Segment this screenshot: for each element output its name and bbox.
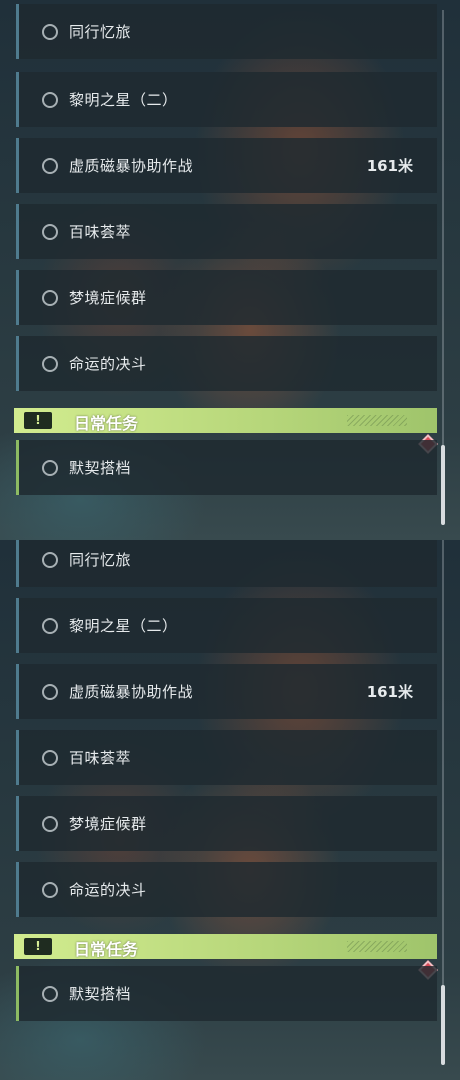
quest-status-circle-icon xyxy=(42,882,58,898)
quest-item[interactable]: 梦境症候群 xyxy=(16,270,437,325)
quest-status-circle-icon xyxy=(42,986,58,1002)
daily-tasks-header[interactable]: ! 日常任务 xyxy=(14,934,437,959)
exclamation-icon: ! xyxy=(24,412,52,429)
daily-tasks-title: 日常任务 xyxy=(74,940,139,959)
quest-status-circle-icon xyxy=(42,290,58,306)
quest-label: 默契搭档 xyxy=(69,459,132,477)
quest-status-circle-icon xyxy=(42,816,58,832)
quest-status-circle-icon xyxy=(42,356,58,372)
quest-label: 虚质磁暴协助作战 xyxy=(69,683,194,701)
quest-item[interactable]: 命运的决斗 xyxy=(16,862,437,917)
daily-quest-item[interactable]: 默契搭档 xyxy=(16,440,437,495)
scrollbar-thumb[interactable] xyxy=(441,985,445,1065)
quest-status-circle-icon xyxy=(42,92,58,108)
header-decoration xyxy=(347,941,407,952)
quest-label: 黎明之星（二） xyxy=(69,91,178,109)
quest-label: 梦境症候群 xyxy=(69,289,147,307)
exclamation-icon: ! xyxy=(24,938,52,955)
quest-label: 命运的决斗 xyxy=(69,355,147,373)
quest-label: 默契搭档 xyxy=(69,985,132,1003)
daily-tasks-header[interactable]: ! 日常任务 xyxy=(14,408,437,433)
quest-label: 虚质磁暴协助作战 xyxy=(69,157,194,175)
quest-status-circle-icon xyxy=(42,158,58,174)
quest-item[interactable]: 黎明之星（二） xyxy=(16,598,437,653)
scrollbar-thumb[interactable] xyxy=(441,445,445,525)
quest-status-circle-icon xyxy=(42,552,58,568)
quest-status-circle-icon xyxy=(42,224,58,240)
quest-item[interactable]: 梦境症候群 xyxy=(16,796,437,851)
quest-distance: 161米 xyxy=(366,683,413,701)
quest-distance: 161米 xyxy=(366,157,413,175)
daily-tasks-title: 日常任务 xyxy=(74,414,139,433)
quest-list-panel: 同行忆旅 黎明之星（二） 虚质磁暴协助作战 161米 百味荟萃 梦境症候群 命运… xyxy=(0,0,460,540)
quest-label: 同行忆旅 xyxy=(69,551,132,569)
quest-label: 百味荟萃 xyxy=(69,749,132,767)
quest-list-panel: 同行忆旅 黎明之星（二） 虚质磁暴协助作战 161米 百味荟萃 梦境症候群 命运… xyxy=(0,540,460,1080)
quest-item[interactable]: 百味荟萃 xyxy=(16,730,437,785)
daily-quest-item[interactable]: 默契搭档 xyxy=(16,966,437,1021)
quest-status-circle-icon xyxy=(42,460,58,476)
quest-status-circle-icon xyxy=(42,24,58,40)
quest-item[interactable]: 同行忆旅 xyxy=(16,4,437,59)
quest-item[interactable]: 虚质磁暴协助作战 161米 xyxy=(16,138,437,193)
quest-label: 黎明之星（二） xyxy=(69,617,178,635)
quest-item[interactable]: 命运的决斗 xyxy=(16,336,437,391)
quest-label: 同行忆旅 xyxy=(69,23,132,41)
quest-item[interactable]: 黎明之星（二） xyxy=(16,72,437,127)
quest-status-circle-icon xyxy=(42,618,58,634)
quest-item[interactable]: 虚质磁暴协助作战 161米 xyxy=(16,664,437,719)
header-decoration xyxy=(347,415,407,426)
quest-label: 梦境症候群 xyxy=(69,815,147,833)
quest-item[interactable]: 百味荟萃 xyxy=(16,204,437,259)
quest-item[interactable]: 同行忆旅 xyxy=(16,540,437,587)
quest-label: 命运的决斗 xyxy=(69,881,147,899)
quest-status-circle-icon xyxy=(42,684,58,700)
quest-status-circle-icon xyxy=(42,750,58,766)
quest-label: 百味荟萃 xyxy=(69,223,132,241)
